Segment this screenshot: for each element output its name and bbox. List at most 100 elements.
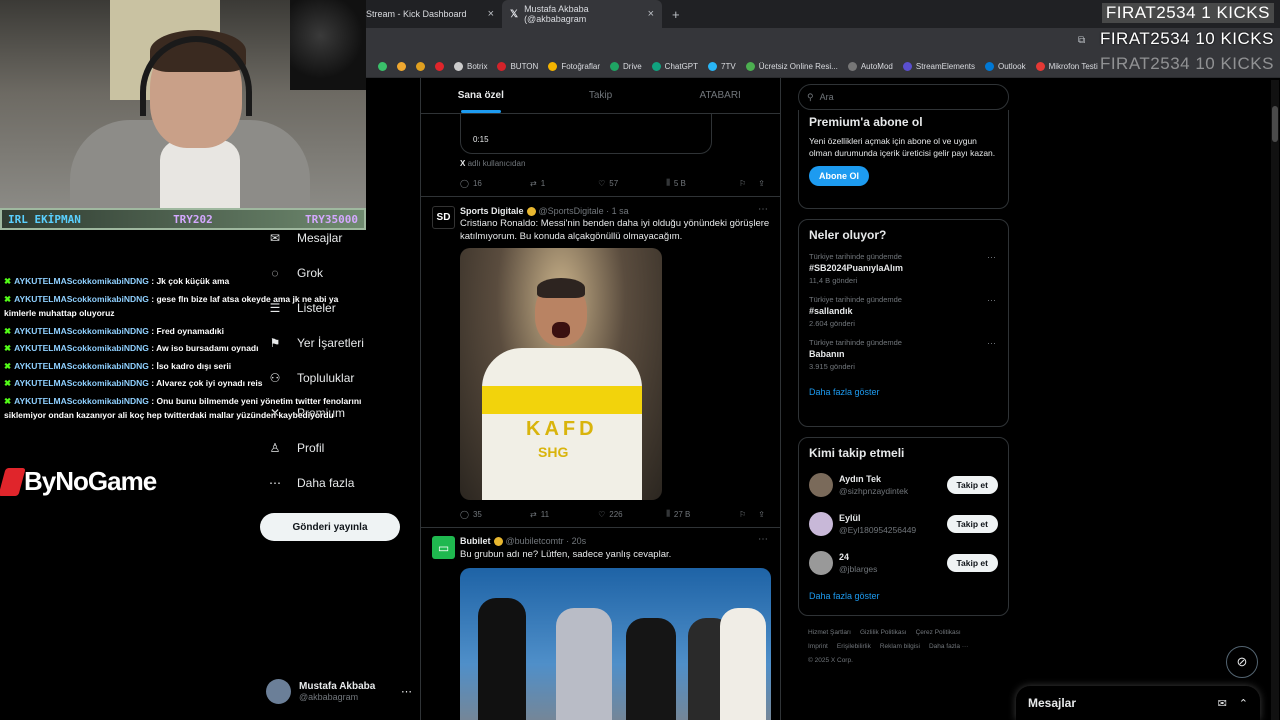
bookmark-mikrofon[interactable]: Mikrofon Testi bbox=[1035, 62, 1098, 71]
follow-suggestion[interactable]: Eylül @Eyl180954256449 Takip et bbox=[809, 510, 998, 538]
footer-link[interactable]: Hizmet Şartları bbox=[808, 629, 851, 636]
chart-icon: ⫼ bbox=[666, 178, 670, 187]
bookmark-botrix[interactable]: Botrix bbox=[454, 62, 487, 71]
more-icon[interactable]: ⋯ bbox=[401, 685, 412, 698]
bookmark-icon[interactable]: ⚐ bbox=[739, 179, 746, 188]
follow-suggestion[interactable]: Aydın Tek @sizhpnzaydintek Takip et bbox=[809, 471, 998, 499]
new-tab-button[interactable]: + bbox=[672, 7, 680, 22]
views-button[interactable]: ⫼ 5 B bbox=[666, 178, 739, 188]
grok-fab-icon[interactable]: ⊘ bbox=[1226, 646, 1258, 678]
kick-badge-icon: ✖ bbox=[4, 343, 12, 353]
card-text: Yeni özellikleri açmak için abone ol ve … bbox=[809, 136, 996, 158]
stream-chat: ✖ AYKUTELMAScokkomikabiNDNG : Jk çok küçü… bbox=[0, 274, 366, 426]
jersey-sponsor: KAFD bbox=[526, 418, 598, 440]
show-more-link[interactable]: Daha fazla göster bbox=[809, 591, 998, 601]
footer-link[interactable]: Erişilebilirlik bbox=[837, 643, 871, 650]
like-button[interactable]: ♡ 57 bbox=[598, 179, 666, 188]
close-icon[interactable]: × bbox=[488, 8, 494, 20]
more-icon[interactable]: ⋯ bbox=[987, 338, 996, 349]
avatar[interactable]: ▭ bbox=[432, 536, 455, 559]
trend-item[interactable]: Türkiye tarihinde gündemde #SB2024Puanıy… bbox=[809, 252, 998, 285]
account-switcher[interactable]: Mustafa Akbaba @akbabagram ⋯ bbox=[266, 679, 412, 704]
more-icon[interactable]: ⋯ bbox=[987, 295, 996, 306]
tweet-image[interactable]: KAFD SHG bbox=[460, 248, 662, 500]
nav-item-more[interactable]: ⋯ Daha fazla bbox=[260, 465, 420, 500]
kick-badge-icon: ✖ bbox=[4, 276, 12, 286]
reply-button[interactable]: ◯ 16 bbox=[460, 179, 530, 188]
views-button[interactable]: ⫼ 27 B bbox=[666, 509, 739, 519]
chat-message: ✖ AYKUTELMAScokkomikabiNDNG : gese fln bi… bbox=[4, 293, 339, 319]
tab-kick-dashboard[interactable]: Stream - Kick Dashboard × bbox=[366, 0, 502, 28]
trends-card: Neler oluyor? Türkiye tarihinde gündemde… bbox=[798, 219, 1009, 427]
reply-icon: ◯ bbox=[460, 178, 469, 188]
bookmark-7tv[interactable]: 7TV bbox=[708, 62, 736, 71]
reply-icon: ◯ bbox=[460, 509, 469, 519]
bookmark-icon-2[interactable] bbox=[397, 62, 406, 71]
footer-link[interactable]: Daha fazla ··· bbox=[929, 643, 968, 650]
like-button[interactable]: ♡ 226 bbox=[598, 510, 666, 519]
card-title: Neler oluyor? bbox=[809, 228, 887, 242]
tab-for-you[interactable]: Sana özel bbox=[421, 78, 541, 113]
search-input[interactable]: ⚲ Ara bbox=[798, 84, 1009, 110]
band-member bbox=[626, 618, 676, 720]
reply-button[interactable]: ◯ 35 bbox=[460, 510, 530, 519]
messages-dock[interactable]: Mesajlar ✉ ⌃ bbox=[1016, 686, 1260, 720]
bookmark-drive[interactable]: Drive bbox=[610, 62, 642, 71]
expand-icon[interactable]: ⌃ bbox=[1239, 697, 1248, 710]
tab-atabari[interactable]: ATABARI bbox=[660, 78, 780, 113]
install-icon[interactable]: ⧉ bbox=[1078, 35, 1090, 47]
scrollbar-thumb[interactable] bbox=[1272, 106, 1278, 142]
tweet-image[interactable] bbox=[460, 568, 771, 720]
subscribe-button[interactable]: Abone Ol bbox=[809, 166, 869, 186]
tab-x-profile[interactable]: 𝕏 Mustafa Akbaba (@akbabagram × bbox=[502, 0, 662, 28]
post-button[interactable]: Gönderi yayınla bbox=[260, 513, 400, 541]
share-icon[interactable]: ⇪ bbox=[758, 510, 765, 519]
follow-suggestion[interactable]: 24 @jblarges Takip et bbox=[809, 549, 998, 577]
chart-icon: ⫼ bbox=[666, 509, 670, 518]
follow-button[interactable]: Takip et bbox=[946, 476, 998, 494]
bookmark-streamelements[interactable]: StreamElements bbox=[902, 62, 975, 71]
video-player[interactable]: 0:15 bbox=[460, 114, 712, 154]
avatar[interactable]: SD bbox=[432, 206, 455, 229]
bookmark-icon-1[interactable] bbox=[378, 62, 387, 71]
bookmark-buton[interactable]: BUTON bbox=[497, 62, 538, 71]
footer-link[interactable]: Imprint bbox=[808, 643, 828, 650]
show-more-link[interactable]: Daha fazla göster bbox=[809, 387, 998, 397]
more-icon[interactable]: ⋯ bbox=[758, 204, 768, 215]
avatar bbox=[266, 679, 291, 704]
repost-icon: ⇄ bbox=[530, 178, 537, 188]
footer-link[interactable]: Reklam bilgisi bbox=[880, 643, 920, 650]
footer-link[interactable]: Gizlilik Politikası bbox=[860, 629, 907, 636]
profile-icon: ♙ bbox=[269, 440, 281, 455]
tweet-actions: ◯ 35 ⇄ 11 ♡ 226 ⫼ 27 B ⚐ ⇪ bbox=[460, 509, 765, 519]
bookmark-chatgpt[interactable]: ChatGPT bbox=[651, 62, 698, 71]
footer-link[interactable]: Çerez Politikası bbox=[916, 629, 961, 636]
scrollbar[interactable] bbox=[1271, 80, 1279, 720]
trend-item[interactable]: Türkiye tarihinde gündemde #sallandık 2.… bbox=[809, 295, 998, 328]
avatar bbox=[809, 551, 833, 575]
new-message-icon[interactable]: ✉ bbox=[1218, 697, 1227, 710]
bookmark-icon-4[interactable] bbox=[435, 62, 444, 71]
bookmark-fotograflar[interactable]: Fotoğraflar bbox=[548, 62, 600, 71]
share-icon[interactable]: ⇪ bbox=[758, 179, 765, 188]
bookmark-icon[interactable]: ⚐ bbox=[739, 510, 746, 519]
repost-button[interactable]: ⇄ 11 bbox=[530, 510, 598, 519]
band-member bbox=[556, 608, 612, 720]
close-icon[interactable]: × bbox=[648, 8, 654, 20]
follow-button[interactable]: Takip et bbox=[946, 515, 998, 533]
more-icon[interactable]: ⋯ bbox=[987, 252, 996, 263]
bookmark-icon-3[interactable] bbox=[416, 62, 425, 71]
bookmark-resim[interactable]: Ücretsiz Online Resi... bbox=[745, 62, 838, 71]
repost-button[interactable]: ⇄ 1 bbox=[530, 179, 598, 188]
tab-following[interactable]: Takip bbox=[541, 78, 661, 113]
more-icon[interactable]: ⋯ bbox=[758, 534, 768, 545]
follow-button[interactable]: Takip et bbox=[946, 554, 998, 572]
equipment-price-bar: IRL EKİPMAN TRY202 TRY35000 bbox=[0, 208, 366, 230]
trend-item[interactable]: Türkiye tarihinde gündemde Babanın 3.915… bbox=[809, 338, 998, 371]
bookmark-outlook[interactable]: Outlook bbox=[985, 62, 1026, 71]
bookmark-automod[interactable]: AutoMod bbox=[847, 62, 893, 71]
footer-links: Hizmet Şartları Gizlilik Politikası Çerez … bbox=[808, 626, 1008, 668]
card-title: Kimi takip etmeli bbox=[809, 446, 905, 460]
nav-item-profile[interactable]: ♙ Profil bbox=[260, 430, 420, 465]
price-label: IRL EKİPMAN bbox=[8, 212, 81, 226]
